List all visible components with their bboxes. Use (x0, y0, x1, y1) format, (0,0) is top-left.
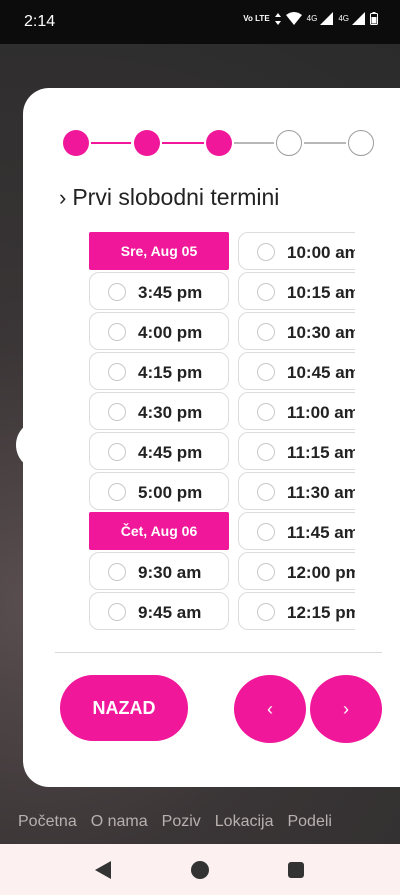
progress-stepper (63, 130, 374, 156)
divider (55, 652, 382, 653)
step-connector-3 (234, 142, 274, 144)
radio-icon[interactable] (108, 323, 126, 341)
time-slot-label: 11:30 am (287, 483, 355, 502)
time-slot-label: 11:00 am (287, 403, 355, 422)
back-button[interactable]: NAZAD (60, 675, 188, 741)
time-slot[interactable]: 12:00 pm (238, 552, 355, 590)
time-slot[interactable]: 11:15 am (238, 432, 355, 470)
radio-icon[interactable] (108, 443, 126, 461)
section-title: › Prvi slobodni termini (59, 184, 279, 211)
chevron-right-icon: › (59, 184, 67, 210)
step-1 (63, 130, 89, 156)
time-slot[interactable]: 4:30 pm (89, 392, 229, 430)
time-slot[interactable]: 10:30 am (238, 312, 355, 350)
status-icons: Vo LTE 4G 4G (243, 12, 378, 25)
radio-icon[interactable] (108, 363, 126, 381)
step-4 (276, 130, 302, 156)
time-slot[interactable]: 4:00 pm (89, 312, 229, 350)
time-slot-label: 12:00 pm (287, 563, 355, 582)
battery-icon (370, 12, 378, 25)
status-bar: 2:14 Vo LTE 4G 4G (0, 0, 400, 44)
time-slot-label: 3:45 pm (138, 283, 203, 302)
system-recents-icon[interactable] (288, 862, 304, 878)
radio-icon[interactable] (108, 403, 126, 421)
time-slot[interactable]: 9:30 am (89, 552, 229, 590)
time-slot[interactable]: 11:45 am (238, 512, 355, 550)
nav-item-lokacija[interactable]: Lokacija (215, 813, 274, 831)
date-header: Čet, Aug 06 (89, 512, 229, 550)
radio-icon[interactable] (108, 603, 126, 621)
time-slot[interactable]: 10:45 am (238, 352, 355, 390)
time-slot-label: 10:00 am (287, 243, 355, 262)
time-slot[interactable]: 4:45 pm (89, 432, 229, 470)
time-slot[interactable]: 12:15 pm (238, 592, 355, 630)
time-slot[interactable]: 11:00 am (238, 392, 355, 430)
radio-icon[interactable] (257, 403, 275, 421)
time-slot[interactable]: 3:45 pm (89, 272, 229, 310)
time-slot-label: 10:15 am (287, 283, 355, 302)
step-connector-4 (304, 142, 346, 144)
radio-icon[interactable] (257, 523, 275, 541)
next-page-button[interactable]: › (310, 675, 382, 743)
radio-icon[interactable] (108, 283, 126, 301)
time-slot-label: 10:30 am (287, 323, 355, 342)
time-slot-label: 12:15 pm (287, 603, 355, 622)
wifi-icon (285, 12, 302, 25)
time-slot[interactable]: 10:00 am (238, 232, 355, 270)
time-slot-label: 4:00 pm (138, 323, 203, 342)
radio-icon[interactable] (257, 243, 275, 261)
volte-icon: Vo LTE (243, 13, 270, 23)
system-nav-bar (0, 844, 400, 895)
radio-icon[interactable] (257, 563, 275, 581)
step-3 (206, 130, 232, 156)
page-title: Prvi slobodni termini (72, 184, 280, 210)
time-slot[interactable]: 9:45 am (89, 592, 229, 630)
prev-page-button[interactable]: ‹ (234, 675, 306, 743)
bottom-nav: Početna O nama Poziv Lokacija Podeli (0, 800, 400, 844)
time-slot-label: 4:45 pm (138, 443, 203, 462)
radio-icon[interactable] (257, 323, 275, 341)
step-5 (348, 130, 374, 156)
time-slot-label: 9:30 am (138, 563, 202, 582)
time-slot-label: 5:00 pm (138, 483, 203, 502)
time-slot-label: 11:15 am (287, 443, 355, 462)
nav-item-poziv[interactable]: Poziv (162, 813, 201, 831)
time-slot-label: 10:45 am (287, 363, 355, 382)
network-4g-label-1: 4G (306, 14, 318, 23)
time-slot-label: 4:15 pm (138, 363, 203, 382)
booking-modal: › Prvi slobodni termini Sre, Aug 05 3:45 … (23, 88, 400, 787)
nav-item-podeli[interactable]: Podeli (287, 813, 331, 831)
time-slot-label: 4:30 pm (138, 403, 203, 422)
time-slot[interactable]: 11:30 am (238, 472, 355, 510)
time-slot-grid: Sre, Aug 05 3:45 pm 4:00 pm 4:15 pm 4:30 pm 4… (23, 232, 355, 634)
network-4g-label-2: 4G (338, 14, 349, 23)
time-slot[interactable]: 10:15 am (238, 272, 355, 310)
signal-icon-1 (320, 12, 334, 25)
radio-icon[interactable] (257, 443, 275, 461)
time-slot-label: 9:45 am (138, 603, 202, 622)
radio-icon[interactable] (257, 483, 275, 501)
signal-icon-2 (352, 12, 365, 25)
radio-icon[interactable] (257, 363, 275, 381)
time-slot[interactable]: 4:15 pm (89, 352, 229, 390)
system-back-icon[interactable] (95, 861, 111, 879)
time-slot[interactable]: 5:00 pm (89, 472, 229, 510)
time-slot-label: 11:45 am (287, 523, 355, 542)
step-connector-1 (91, 142, 131, 144)
status-time: 2:14 (24, 13, 56, 30)
step-2 (134, 130, 160, 156)
system-home-icon[interactable] (191, 861, 209, 879)
radio-icon[interactable] (257, 283, 275, 301)
nav-item-o-nama[interactable]: O nama (91, 813, 148, 831)
radio-icon[interactable] (257, 603, 275, 621)
nav-item-pocetna[interactable]: Početna (18, 813, 77, 831)
data-arrows-icon (274, 12, 281, 25)
step-connector-2 (162, 142, 204, 144)
date-header: Sre, Aug 05 (89, 232, 229, 270)
radio-icon[interactable] (108, 563, 126, 581)
radio-icon[interactable] (108, 483, 126, 501)
